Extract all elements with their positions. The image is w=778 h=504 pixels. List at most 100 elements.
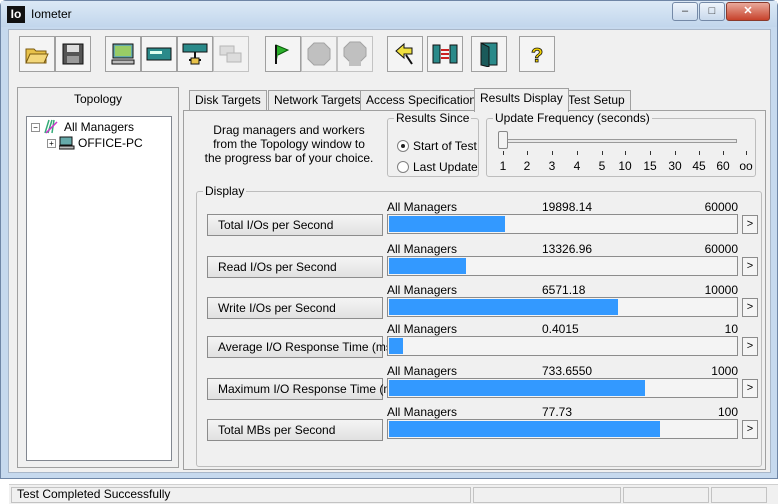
metric-progress-bar[interactable] xyxy=(387,378,738,398)
minimize-button[interactable]: – xyxy=(672,2,698,21)
open-button[interactable] xyxy=(19,36,55,72)
tree-label-all-managers: All Managers xyxy=(64,120,135,134)
title-bar[interactable]: Io Iometer – □ ✕ xyxy=(1,1,777,27)
metric-max: 10000 xyxy=(704,283,738,297)
metric-progress-fill xyxy=(389,380,645,396)
frequency-tick-label[interactable]: oo xyxy=(731,159,761,173)
tree-node-all-managers[interactable]: − All Managers xyxy=(31,119,134,135)
status-bar: Test Completed Successfully xyxy=(9,484,778,504)
metric-max: 60000 xyxy=(704,200,738,214)
radio-dot[interactable] xyxy=(397,161,409,173)
metric-progress-bar[interactable] xyxy=(387,256,738,276)
save-button[interactable] xyxy=(55,36,91,72)
metric-more-button[interactable]: > xyxy=(742,257,758,276)
topology-tree[interactable]: − All Managers + OFFICE-PC xyxy=(26,116,172,461)
metric-source: All Managers xyxy=(387,405,458,419)
tab-disk-targets[interactable]: Disk Targets xyxy=(189,90,267,111)
reset-workers-button[interactable] xyxy=(387,36,423,72)
metric-row: Total I/Os per Second All Managers 19898.1… xyxy=(197,200,762,240)
frequency-tick-mark xyxy=(746,151,747,155)
topology-header: Topology xyxy=(73,92,123,106)
all-managers-icon xyxy=(44,119,58,134)
close-button[interactable]: ✕ xyxy=(726,2,770,21)
frequency-tick-mark xyxy=(625,151,626,155)
duplicate-worker-button[interactable] xyxy=(213,36,249,72)
metric-value: 19898.14 xyxy=(542,200,593,214)
window-title: Iometer xyxy=(31,7,72,21)
metric-progress-bar[interactable] xyxy=(387,297,738,317)
iometer-app-icon: Io xyxy=(7,6,25,23)
status-pane-2 xyxy=(473,487,621,503)
metric-source: All Managers xyxy=(387,322,458,336)
metric-source: All Managers xyxy=(387,283,458,297)
duplicate-worker-icon xyxy=(219,45,242,63)
tab-network-targets[interactable]: Network Targets xyxy=(268,90,367,111)
display-group: Display Total I/Os per Second All Manager… xyxy=(196,184,762,467)
access-button[interactable] xyxy=(427,36,463,72)
radio-label-last-update: Last Update xyxy=(413,160,478,174)
maximize-button[interactable]: □ xyxy=(699,2,725,21)
metric-button[interactable]: Total MBs per Second xyxy=(207,419,383,441)
metric-more-button[interactable]: > xyxy=(742,420,758,439)
metric-source: All Managers xyxy=(387,364,458,378)
tab-test-setup[interactable]: Test Setup xyxy=(562,90,631,111)
stop-all-button[interactable] xyxy=(337,36,373,72)
app-window: Io Iometer – □ ✕ ? Topology − All Manage… xyxy=(0,0,778,504)
new-network-worker-icon xyxy=(182,43,208,65)
new-network-worker-button[interactable] xyxy=(177,36,213,72)
tab-results-display[interactable]: Results Display xyxy=(474,88,569,112)
metric-row: Read I/Os per Second All Managers 13326.96… xyxy=(197,242,762,282)
tab-access-specifications[interactable]: Access Specifications xyxy=(360,90,489,111)
results-since-title: Results Since xyxy=(396,111,470,125)
metric-more-button[interactable]: > xyxy=(742,215,758,234)
metric-progress-bar[interactable] xyxy=(387,336,738,356)
update-frequency-group: Update Frequency (seconds) 1 2 3 4 5 10 15 30 45… xyxy=(486,111,756,177)
frequency-tick-mark xyxy=(675,151,676,155)
metric-more-button[interactable]: > xyxy=(742,379,758,398)
metric-value: 6571.18 xyxy=(542,283,586,297)
metric-progress-bar[interactable] xyxy=(387,214,738,234)
about-icon: ? xyxy=(531,45,544,67)
metric-button[interactable]: Write I/Os per Second xyxy=(207,297,383,319)
topology-panel: Topology − All Managers + OFFICE-PC xyxy=(17,87,179,468)
frequency-tick-mark xyxy=(577,151,578,155)
radio-label-start-of-test: Start of Test xyxy=(413,139,477,153)
start-icon xyxy=(275,44,290,64)
stop-button[interactable] xyxy=(301,36,337,72)
radio-last-update[interactable]: Last Update xyxy=(397,160,478,174)
metric-button[interactable]: Average I/O Response Time (ms) xyxy=(207,336,396,358)
tree-label-office-pc: OFFICE-PC xyxy=(78,136,143,150)
metric-button[interactable]: Total I/Os per Second xyxy=(207,214,383,236)
radio-dot-selected[interactable] xyxy=(397,140,409,152)
metric-progress-fill xyxy=(389,338,403,354)
radio-start-of-test[interactable]: Start of Test xyxy=(397,139,477,153)
start-button[interactable] xyxy=(265,36,301,72)
metric-progress-fill xyxy=(389,299,618,315)
exit-button[interactable] xyxy=(471,36,507,72)
about-button[interactable]: ? xyxy=(519,36,555,72)
stop-icon xyxy=(307,42,331,66)
tree-node-office-pc[interactable]: + OFFICE-PC xyxy=(47,135,143,151)
metric-button[interactable]: Read I/Os per Second xyxy=(207,256,383,278)
exit-icon xyxy=(480,42,498,67)
display-button[interactable] xyxy=(105,36,141,72)
metric-value: 77.73 xyxy=(542,405,573,419)
metric-more-button[interactable]: > xyxy=(742,337,758,356)
new-disk-worker-button[interactable] xyxy=(141,36,177,72)
frequency-slider-thumb[interactable] xyxy=(498,131,508,149)
metric-button[interactable]: Maximum I/O Response Time (ms) xyxy=(207,378,403,400)
metric-value: 0.4015 xyxy=(542,322,579,336)
metric-value: 13326.96 xyxy=(542,242,593,256)
frequency-tick-mark xyxy=(552,151,553,155)
metric-more-button[interactable]: > xyxy=(742,298,758,317)
frequency-tick-mark xyxy=(723,151,724,155)
results-display-panel: Drag managers and workers from the Topol… xyxy=(183,110,766,470)
expand-icon[interactable]: + xyxy=(47,138,56,148)
metric-row: Maximum I/O Response Time (ms) All Manage… xyxy=(197,364,762,404)
frequency-tick-mark xyxy=(602,151,603,155)
collapse-icon[interactable]: − xyxy=(31,122,40,132)
frequency-slider-track[interactable] xyxy=(499,139,737,143)
metric-progress-bar[interactable] xyxy=(387,419,738,439)
metric-progress-fill xyxy=(389,258,466,274)
metric-source: All Managers xyxy=(387,200,458,214)
